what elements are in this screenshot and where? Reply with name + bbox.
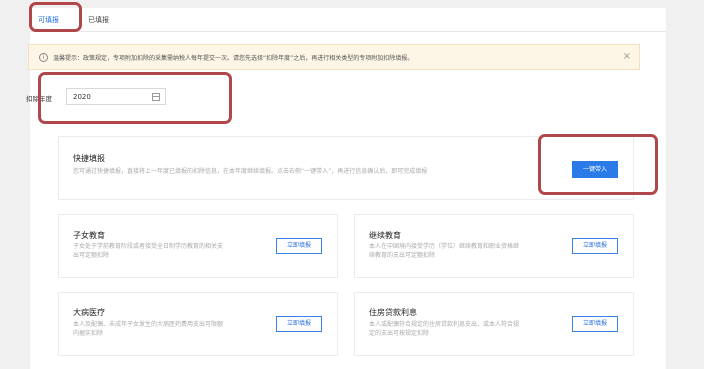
card-housing-loan-interest: 住房贷款利息 本人或配偶符合规定的住房贷款利息支出，或本人符合规 定的支出可按规… bbox=[354, 292, 634, 356]
card-desc-line2: 定的支出可按规定扣除 bbox=[369, 330, 430, 337]
tab-filled[interactable]: 已填报 bbox=[88, 15, 109, 25]
card-child-education: 子女教育 子女处于学前教育阶段或者接受全日制学历教育的相关支 出可定额扣除 立即… bbox=[58, 214, 338, 278]
fill-now-button[interactable]: 立即填报 bbox=[572, 238, 618, 254]
quick-fill-desc: 您可通过快捷填报，直接将上一年度已填报的扣除信息，在本年度继续填报。点击右侧“一… bbox=[73, 168, 428, 175]
notice-banner: i 温馨提示：政策规定，专项附加扣除的采集需纳税人每年提交一次。请您先选择“扣除… bbox=[28, 44, 640, 70]
card-desc-line2: 续教育的支出可定额扣除 bbox=[369, 252, 436, 259]
fill-now-button[interactable]: 立即填报 bbox=[572, 316, 618, 332]
quick-fill-title: 快捷填报 bbox=[73, 154, 105, 163]
fill-now-button[interactable]: 立即填报 bbox=[276, 316, 322, 332]
close-icon[interactable]: × bbox=[623, 51, 631, 63]
card-desc-line1: 本人及配偶、未成年子女发生的大病医药费用支出可限额 bbox=[73, 321, 224, 328]
card-desc-line2: 出可定额扣除 bbox=[73, 252, 110, 259]
notice-text: 温馨提示：政策规定，专项附加扣除的采集需纳税人每年提交一次。请您先选择“扣除年度… bbox=[53, 55, 414, 62]
card-title: 住房贷款利息 bbox=[369, 308, 417, 317]
card-title: 大病医疗 bbox=[73, 308, 105, 317]
card-continuing-education: 继续教育 本人在中国境内接受学历（学位）继续教育和职业资格继 续教育的支出可定额… bbox=[354, 214, 634, 278]
highlight-tab bbox=[29, 2, 82, 32]
card-title: 继续教育 bbox=[369, 231, 401, 240]
card-desc-line1: 子女处于学前教育阶段或者接受全日制学历教育的相关支 bbox=[73, 243, 224, 250]
card-desc-line2: 内据实扣除 bbox=[73, 330, 104, 337]
card-desc-line1: 本人在中国境内接受学历（学位）继续教育和职业资格继 bbox=[369, 243, 520, 250]
card-title: 子女教育 bbox=[73, 231, 105, 240]
info-icon: i bbox=[39, 53, 48, 62]
card-serious-illness: 大病医疗 本人及配偶、未成年子女发生的大病医药费用支出可限额 内据实扣除 立即填… bbox=[58, 292, 338, 356]
fill-now-button[interactable]: 立即填报 bbox=[276, 238, 322, 254]
highlight-import bbox=[538, 134, 658, 195]
tab-bar: 可填报 已填报 bbox=[30, 8, 666, 32]
card-desc-line1: 本人或配偶符合规定的住房贷款利息支出，或本人符合规 bbox=[369, 321, 520, 328]
highlight-year bbox=[38, 72, 232, 124]
